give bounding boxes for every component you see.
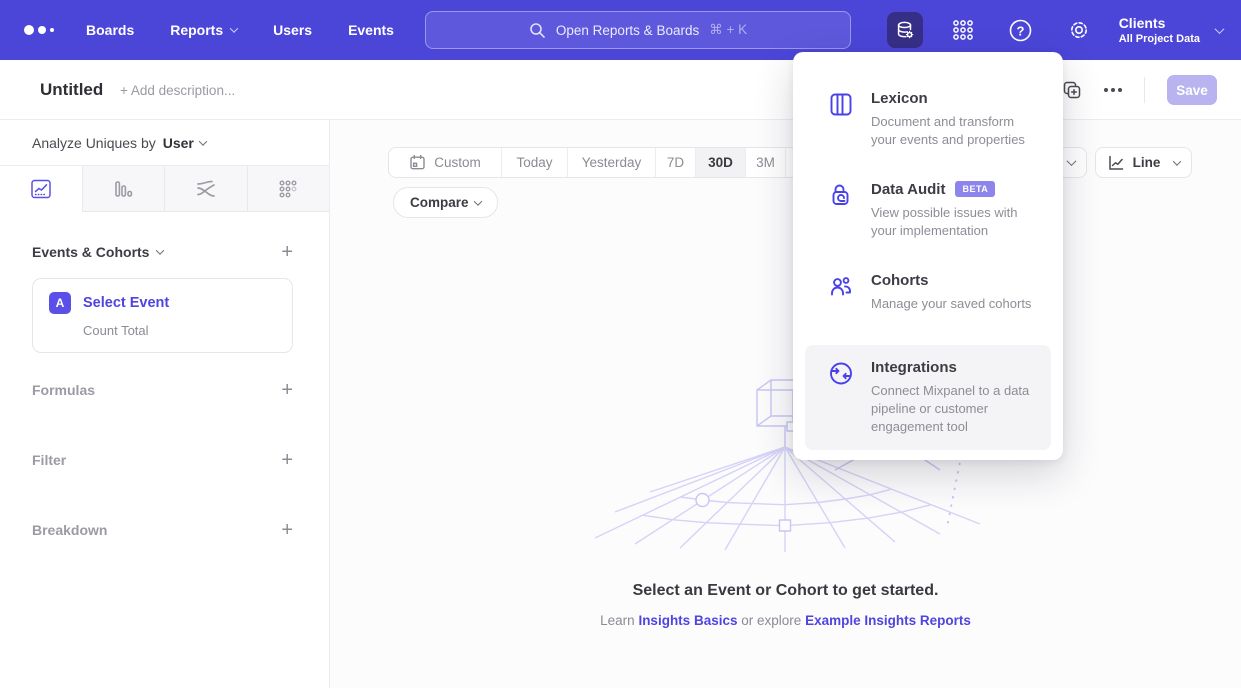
chevron-down-icon <box>1067 156 1077 166</box>
menu-item-title: Data Audit <box>871 181 945 198</box>
gear-icon <box>1067 18 1091 42</box>
dots-grid-icon <box>277 178 299 200</box>
menu-item-description: View possible issues with your implement… <box>871 204 1041 240</box>
help-button[interactable]: ? <box>1003 12 1039 48</box>
header-divider <box>1144 77 1145 103</box>
more-options-button[interactable] <box>1104 88 1122 92</box>
add-filter-button[interactable]: + <box>281 450 293 470</box>
date-range-3m[interactable]: 3M <box>745 148 785 177</box>
search-input[interactable]: Open Reports & Boards ⌘ + K <box>425 11 851 49</box>
middle-text: or explore <box>741 613 801 628</box>
nav-events[interactable]: Events <box>348 22 394 38</box>
chevron-down-icon <box>1215 24 1225 34</box>
add-event-button[interactable]: + <box>281 242 293 262</box>
events-cohorts-header[interactable]: Events & Cohorts <box>32 244 163 260</box>
save-button[interactable]: Save <box>1167 75 1217 105</box>
chevron-down-icon <box>199 137 207 145</box>
query-builder-sidebar: Analyze Uniques by User <box>0 120 330 688</box>
menu-item-description: Connect Mixpanel to a data pipeline or c… <box>871 382 1041 436</box>
duplicate-button[interactable] <box>1062 80 1082 100</box>
search-shortcut: ⌘ + K <box>709 22 747 38</box>
date-range-custom[interactable]: Custom <box>389 148 501 177</box>
bar-chart-icon <box>112 178 134 200</box>
apps-grid-button[interactable] <box>945 12 981 48</box>
tab-line-chart[interactable] <box>0 166 83 212</box>
analyze-uniques-label: Analyze Uniques by <box>32 135 156 151</box>
top-navigation-bar: Boards Reports Users Events Open Reports… <box>0 0 1241 60</box>
chevron-down-icon <box>473 197 481 205</box>
tab-bar-chart[interactable] <box>83 166 166 212</box>
line-chart-icon <box>1107 154 1125 172</box>
analyze-by-dropdown[interactable]: User <box>163 135 206 151</box>
menu-item-integrations[interactable]: Integrations Connect Mixpanel to a data … <box>805 345 1051 450</box>
data-management-button[interactable] <box>887 12 923 48</box>
project-selector-sublabel: All Project Data <box>1119 33 1200 45</box>
menu-item-description: Manage your saved cohorts <box>871 295 1031 313</box>
lexicon-icon <box>827 91 855 118</box>
empty-state-title: Select an Event or Cohort to get started… <box>330 582 1241 600</box>
search-icon <box>529 22 546 39</box>
calendar-icon <box>409 154 426 171</box>
menu-item-cohorts[interactable]: Cohorts Manage your saved cohorts <box>805 272 1051 313</box>
menu-item-lexicon[interactable]: Lexicon Document and transform your even… <box>805 90 1051 149</box>
project-selector[interactable]: Clients All Project Data <box>1119 15 1223 45</box>
report-canvas: Custom Today Yesterday 7D 30D 3M 6M Comp… <box>330 120 1241 688</box>
breakdown-section-label: Breakdown <box>32 522 107 538</box>
data-audit-icon <box>827 182 855 209</box>
filter-section-label: Filter <box>32 452 66 468</box>
insights-basics-link[interactable]: Insights Basics <box>638 613 737 628</box>
tab-grid-metrics[interactable] <box>248 166 330 212</box>
integrations-icon <box>827 360 855 387</box>
menu-item-title: Lexicon <box>871 90 928 107</box>
compare-button[interactable]: Compare <box>393 187 498 218</box>
flow-icon <box>194 177 218 201</box>
event-card[interactable]: A Select Event Count Total <box>32 278 293 353</box>
menu-item-data-audit[interactable]: Data Audit BETA View possible issues wit… <box>805 181 1051 240</box>
chevron-down-icon <box>1173 157 1181 165</box>
nav-users[interactable]: Users <box>273 22 312 38</box>
date-range-yesterday[interactable]: Yesterday <box>567 148 655 177</box>
data-management-menu: Lexicon Document and transform your even… <box>793 52 1063 460</box>
date-range-today[interactable]: Today <box>501 148 567 177</box>
menu-item-description: Document and transform your events and p… <box>871 113 1041 149</box>
project-selector-label: Clients <box>1119 15 1200 31</box>
learn-prefix: Learn <box>600 613 635 628</box>
beta-badge: BETA <box>955 181 995 197</box>
line-chart-icon <box>30 178 52 200</box>
menu-item-title: Integrations <box>871 359 957 376</box>
tab-flow-chart[interactable] <box>165 166 248 212</box>
grid-icon <box>950 17 976 43</box>
settings-button[interactable] <box>1061 12 1097 48</box>
duplicate-icon <box>1062 80 1082 100</box>
chevron-down-icon <box>156 246 164 254</box>
count-total-dropdown[interactable]: Count Total <box>83 323 276 338</box>
chart-type-tabs <box>0 166 329 212</box>
database-gear-icon <box>894 19 916 41</box>
add-breakdown-button[interactable]: + <box>281 520 293 540</box>
chart-type-dropdown[interactable]: Line <box>1095 147 1192 178</box>
menu-item-title: Cohorts <box>871 272 929 289</box>
cohorts-icon <box>827 273 855 300</box>
help-icon: ? <box>1008 18 1033 43</box>
example-reports-link[interactable]: Example Insights Reports <box>805 613 971 628</box>
event-series-badge: A <box>49 292 71 314</box>
select-event-label[interactable]: Select Event <box>83 295 169 311</box>
report-title[interactable]: Untitled <box>40 80 103 100</box>
nav-reports[interactable]: Reports <box>170 22 237 38</box>
svg-text:?: ? <box>1017 23 1025 38</box>
search-placeholder: Open Reports & Boards <box>556 23 699 38</box>
date-range-30d[interactable]: 30D <box>695 148 745 177</box>
formulas-section-label: Formulas <box>32 382 95 398</box>
add-formula-button[interactable]: + <box>281 380 293 400</box>
date-range-7d[interactable]: 7D <box>655 148 695 177</box>
mixpanel-logo[interactable] <box>24 25 70 35</box>
nav-boards[interactable]: Boards <box>86 22 134 38</box>
chevron-down-icon <box>230 24 238 32</box>
empty-state-subtitle: Learn Insights Basics or explore Example… <box>330 613 1241 628</box>
add-description-field[interactable]: + Add description... <box>120 83 235 98</box>
